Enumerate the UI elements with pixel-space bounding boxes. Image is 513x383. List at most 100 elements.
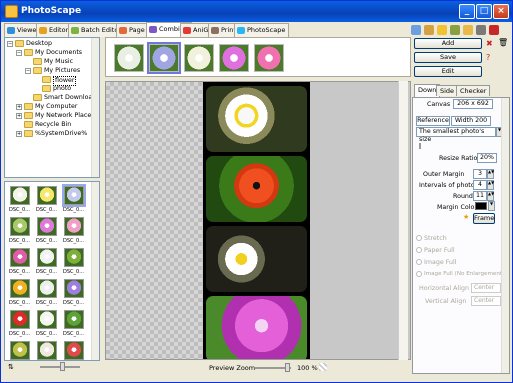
reference-slider-handle[interactable] bbox=[419, 143, 421, 149]
minimize-button[interactable]: _ bbox=[459, 4, 475, 19]
trash-icon[interactable]: 🗑 bbox=[498, 38, 508, 47]
combine-photo[interactable] bbox=[114, 44, 144, 72]
tree-item[interactable]: Recycle Bin bbox=[5, 121, 89, 129]
tree-expander-icon[interactable]: + bbox=[16, 131, 22, 137]
outer-margin-spinner[interactable]: ▲▼ bbox=[487, 169, 494, 179]
thumbnail-item[interactable]: DSC_0... bbox=[63, 248, 85, 276]
link-icon[interactable] bbox=[450, 25, 460, 35]
thumb-size-handle[interactable] bbox=[60, 362, 65, 371]
tree-item[interactable]: My Music bbox=[5, 58, 89, 66]
thumbnail-item[interactable]: DSC_0... bbox=[63, 310, 85, 338]
status-bar: Preview Zoom 100 % bbox=[105, 362, 411, 374]
thumbnail-caption: DSC_0... bbox=[9, 300, 30, 306]
v-align-select[interactable]: Center bbox=[471, 296, 501, 306]
thumbnail-item[interactable]: DSC_0... bbox=[9, 248, 31, 276]
zoom-slider-handle[interactable] bbox=[285, 363, 290, 372]
margin-color-dropdown-icon[interactable]: ▼ bbox=[488, 201, 495, 211]
h-align-select[interactable]: Center bbox=[471, 283, 501, 293]
tree-scrollbar[interactable] bbox=[91, 38, 99, 177]
paper-full-radio[interactable] bbox=[416, 247, 422, 253]
tree-item[interactable]: + %SystemDrive% bbox=[5, 130, 89, 138]
star-icon[interactable] bbox=[437, 25, 447, 35]
thumbnail-item[interactable]: DSC_0... bbox=[63, 279, 85, 307]
thumbnail-scrollbar[interactable] bbox=[91, 182, 99, 360]
thumbnail-item[interactable]: DSC_0... bbox=[36, 248, 58, 276]
title-bar[interactable]: PhotoScape _ □ × bbox=[1, 1, 512, 22]
tree-item[interactable]: − My Documents bbox=[5, 49, 89, 57]
combine-photo[interactable] bbox=[219, 44, 249, 72]
preview-canvas[interactable] bbox=[105, 81, 411, 360]
tree-expander-icon[interactable]: + bbox=[16, 104, 22, 110]
thumbnail-item[interactable]: DSC_0... bbox=[63, 341, 85, 360]
thumbnail-item[interactable]: DSC_0... bbox=[36, 310, 58, 338]
tab-editor[interactable]: Editor bbox=[36, 23, 73, 37]
tree-item[interactable]: Smart Downloads bbox=[5, 94, 99, 102]
tree-item[interactable]: + My Computer bbox=[5, 103, 89, 111]
stretch-radio[interactable] bbox=[416, 235, 422, 241]
thumbnail-item[interactable]: DSC_0... bbox=[9, 279, 31, 307]
thumbnail-image bbox=[10, 248, 30, 267]
close-button[interactable]: × bbox=[493, 4, 509, 19]
folder-tree[interactable]: − Desktop − My Documents My Music − My Picture… bbox=[4, 37, 100, 178]
thumbnail-panel[interactable]: DSC_0... DSC_0... DSC_0... DSC_0... DSC_0...… bbox=[4, 181, 100, 361]
maximize-button[interactable]: □ bbox=[476, 4, 492, 19]
thumbnail-image bbox=[64, 279, 84, 298]
tree-expander-icon[interactable]: − bbox=[25, 68, 31, 74]
thumbnail-item[interactable]: DSC_0... bbox=[9, 341, 31, 360]
interval-spinner[interactable]: ▲▼ bbox=[487, 180, 494, 190]
thumbnail-item[interactable]: DSC_0... bbox=[36, 341, 58, 360]
combine-photo-strip[interactable] bbox=[105, 37, 411, 77]
tree-item[interactable]: flower bbox=[5, 76, 89, 86]
round-input[interactable]: 11 bbox=[473, 191, 487, 201]
canvas-scrollbar[interactable] bbox=[398, 81, 408, 360]
thumbnail-item[interactable]: DSC_0... bbox=[36, 217, 58, 245]
thumbnail-item[interactable]: DSC_0... bbox=[36, 186, 58, 214]
tree-item[interactable]: − My Pictures bbox=[5, 67, 89, 75]
camera-icon[interactable] bbox=[476, 25, 486, 35]
round-spinner[interactable]: ▲▼ bbox=[487, 191, 494, 201]
outer-margin-input[interactable]: 3 bbox=[473, 169, 487, 179]
tree-item[interactable]: photo bbox=[5, 85, 89, 93]
monitor-icon[interactable] bbox=[411, 25, 421, 35]
size-mode-select[interactable]: The smallest photo's size bbox=[416, 127, 496, 143]
thumbnail-item[interactable]: DSC_0... bbox=[62, 184, 86, 214]
tab-side[interactable]: Side bbox=[436, 85, 459, 96]
combine-photo[interactable] bbox=[184, 44, 214, 72]
tree-expander-icon[interactable]: − bbox=[16, 50, 22, 56]
thumbnail-caption: DSC_0... bbox=[9, 238, 30, 244]
help-icon[interactable]: ? bbox=[486, 53, 490, 62]
frame-button[interactable]: Frame bbox=[473, 213, 495, 224]
tab-page[interactable]: Page bbox=[116, 23, 149, 37]
save-button[interactable]: Save bbox=[414, 52, 482, 63]
thumbnail-image bbox=[10, 341, 30, 360]
tab-checker[interactable]: Checker bbox=[456, 85, 491, 96]
home-icon[interactable] bbox=[424, 25, 434, 35]
image-full-noenlarge-radio[interactable] bbox=[416, 271, 422, 277]
margin-color-swatch[interactable] bbox=[475, 202, 487, 210]
tree-item[interactable]: + My Network Places bbox=[5, 112, 94, 120]
combine-photo[interactable] bbox=[147, 42, 181, 74]
add-button[interactable]: Add bbox=[414, 38, 482, 49]
question-icon[interactable] bbox=[489, 25, 499, 35]
thumbnail-item[interactable]: DSC_0... bbox=[9, 217, 31, 245]
folder-icon bbox=[33, 94, 42, 101]
thumbnail-item[interactable]: DSC_0... bbox=[9, 186, 31, 214]
folder-icon[interactable] bbox=[463, 25, 473, 35]
thumbnail-item[interactable]: DSC_0... bbox=[63, 217, 85, 245]
thumbnail-item[interactable]: DSC_0... bbox=[9, 310, 31, 338]
tab-photoscape[interactable]: PhotoScape bbox=[234, 23, 290, 37]
tree-item-label: My Network Places bbox=[35, 112, 95, 119]
combine-photo[interactable] bbox=[254, 44, 284, 72]
image-full-radio[interactable] bbox=[416, 259, 422, 265]
interval-input[interactable]: 4 bbox=[473, 180, 487, 190]
tree-item[interactable]: − Desktop bbox=[5, 40, 89, 48]
resize-ratio-value[interactable]: 20% bbox=[477, 153, 497, 163]
options-scrollbar[interactable] bbox=[501, 98, 509, 373]
checker-toggle-icon[interactable] bbox=[319, 363, 327, 371]
tab-icon bbox=[7, 27, 15, 34]
tree-expander-icon[interactable]: − bbox=[7, 41, 13, 47]
remove-x-icon[interactable]: ✖ bbox=[486, 39, 493, 48]
thumbnail-item[interactable]: DSC_0... bbox=[36, 279, 58, 307]
edit-button[interactable]: Edit bbox=[414, 66, 482, 77]
tree-expander-icon[interactable]: + bbox=[16, 113, 22, 119]
